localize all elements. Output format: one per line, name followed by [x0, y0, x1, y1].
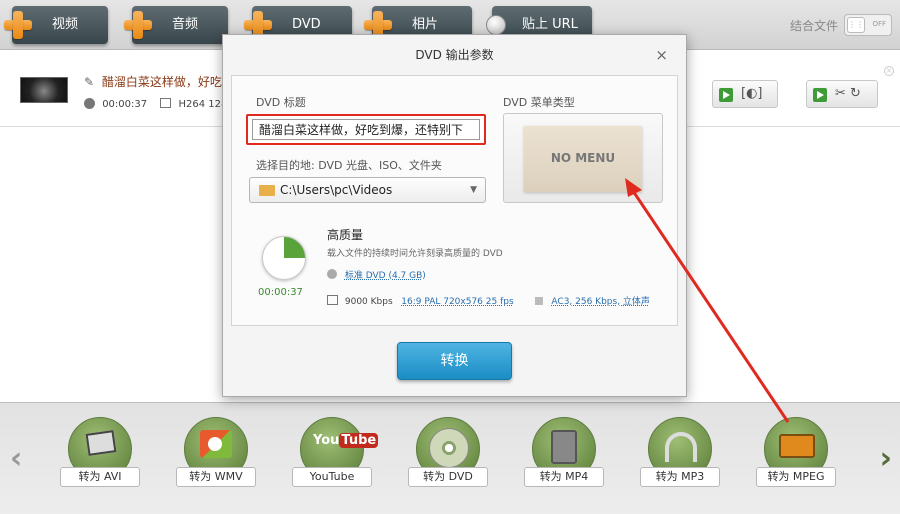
video-spec-link[interactable]: 16:9 PAL 720x576 25 fps	[401, 297, 513, 307]
menu-type-label: DVD 菜单类型	[503, 96, 575, 109]
merge-files-label: 结合文件	[789, 19, 838, 33]
remove-file-icon[interactable]: ×	[884, 66, 894, 76]
menu-preview: NO MENU	[524, 126, 642, 192]
disc-type-link[interactable]: 标准 DVD (4.7 GB)	[345, 271, 426, 281]
settings-panel: DVD 标题 醋溜白菜这样做，好吃到爆，还特别下 DVD 菜单类型 NO MEN…	[231, 75, 678, 326]
edit-button[interactable]: ✂ ↻	[806, 80, 878, 108]
paste-url-label: 贴上 URL	[522, 17, 578, 32]
merge-toggle[interactable]: ⋮⋮ OFF	[844, 14, 892, 36]
output-specs: 9000 Kbps 16:9 PAL 720x576 25 fps AC3, 2…	[327, 294, 650, 307]
disc-icon	[327, 269, 337, 279]
add-dvd-label: DVD	[292, 17, 321, 32]
chevron-down-icon: ▼	[470, 185, 477, 195]
plus-icon	[124, 11, 152, 39]
convert-wmv-label: 转为 WMV	[176, 467, 256, 487]
duration-pie-icon	[262, 236, 306, 280]
add-photo-label: 相片	[412, 17, 439, 32]
quality-title: 高质量	[327, 228, 364, 242]
convert-youtube-button[interactable]: You Tube YouTube	[292, 417, 379, 497]
destination-select[interactable]: C:\Users\pc\Videos ▼	[249, 177, 486, 203]
menu-type-selector[interactable]: NO MENU	[503, 113, 663, 203]
speaker-icon	[534, 297, 543, 305]
file-title: 醋溜白菜这样做，好吃	[101, 75, 222, 89]
close-icon[interactable]: ×	[655, 46, 668, 64]
disc-type: 标准 DVD (4.7 GB)	[327, 268, 426, 281]
add-audio-button[interactable]: 音频	[124, 6, 228, 44]
convert-mpeg-button[interactable]: 转为 MPEG	[756, 417, 836, 497]
file-duration: 00:00:37	[102, 99, 148, 110]
dvd-title-input[interactable]: 醋溜白菜这样做，好吃到爆，还特别下	[252, 119, 480, 140]
dialog-title: DVD 输出参数	[415, 48, 494, 62]
play-icon	[813, 88, 827, 102]
video-thumbnail	[20, 77, 68, 103]
convert-avi-label: 转为 AVI	[60, 467, 140, 487]
convert-mp4-button[interactable]: 转为 MP4	[524, 417, 604, 497]
convert-dvd-label: 转为 DVD	[408, 467, 488, 487]
convert-wmv-button[interactable]: 转为 WMV	[176, 417, 256, 497]
film-icon	[327, 295, 338, 305]
film-icon	[160, 98, 172, 108]
convert-button[interactable]: 转换	[397, 342, 512, 380]
scroll-left-icon[interactable]: ‹	[10, 441, 22, 476]
convert-mp3-button[interactable]: 转为 MP3	[640, 417, 720, 497]
globe-icon	[486, 15, 506, 35]
convert-avi-button[interactable]: 转为 AVI	[60, 417, 140, 497]
convert-mpeg-label: 转为 MPEG	[756, 467, 836, 487]
watermark-icon: [◐]	[741, 86, 763, 101]
convert-youtube-label: YouTube	[292, 467, 372, 487]
play-icon	[719, 88, 733, 102]
dvd-title-label: DVD 标题	[256, 96, 306, 109]
toggle-knob-icon: ⋮⋮	[847, 17, 865, 33]
convert-mp4-label: 转为 MP4	[524, 467, 604, 487]
add-video-button[interactable]: 视频	[4, 6, 108, 44]
converter-bar: ‹ 转为 AVI 转为 WMV You Tube YouTube 转为 DVD 转…	[0, 402, 900, 514]
clock-icon	[84, 98, 95, 109]
pencil-icon[interactable]: ✎	[84, 75, 94, 89]
scroll-right-icon[interactable]: ›	[880, 441, 892, 476]
convert-mp3-label: 转为 MP3	[640, 467, 720, 487]
folder-icon	[259, 185, 275, 196]
dvd-output-dialog: DVD 输出参数 × DVD 标题 醋溜白菜这样做，好吃到爆，还特别下 DVD …	[222, 34, 687, 397]
plus-icon	[4, 11, 32, 39]
convert-dvd-button[interactable]: 转为 DVD	[408, 417, 488, 497]
toggle-state: OFF	[872, 20, 886, 28]
add-audio-label: 音频	[172, 17, 199, 32]
bitrate-value: 9000 Kbps	[344, 297, 393, 307]
duration-value: 00:00:37	[258, 287, 303, 298]
audio-spec-link[interactable]: AC3, 256 Kbps, 立体声	[551, 297, 650, 307]
file-title-row: ✎ 醋溜白菜这样做，好吃	[84, 73, 222, 90]
dvd-title-field-highlight: 醋溜白菜这样做，好吃到爆，还特别下	[246, 114, 486, 145]
quality-description: 载入文件的持续时间允许刻录高质量的 DVD	[327, 249, 503, 259]
destination-label: 选择目的地: DVD 光盘、ISO、文件夹	[256, 159, 442, 172]
watermark-button[interactable]: [◐]	[712, 80, 778, 108]
file-meta: 00:00:37 H264 1280	[84, 98, 234, 110]
destination-value: C:\Users\pc\Videos	[280, 183, 393, 197]
add-video-label: 视频	[52, 17, 79, 32]
scissors-rotate-icon: ✂ ↻	[835, 86, 861, 101]
